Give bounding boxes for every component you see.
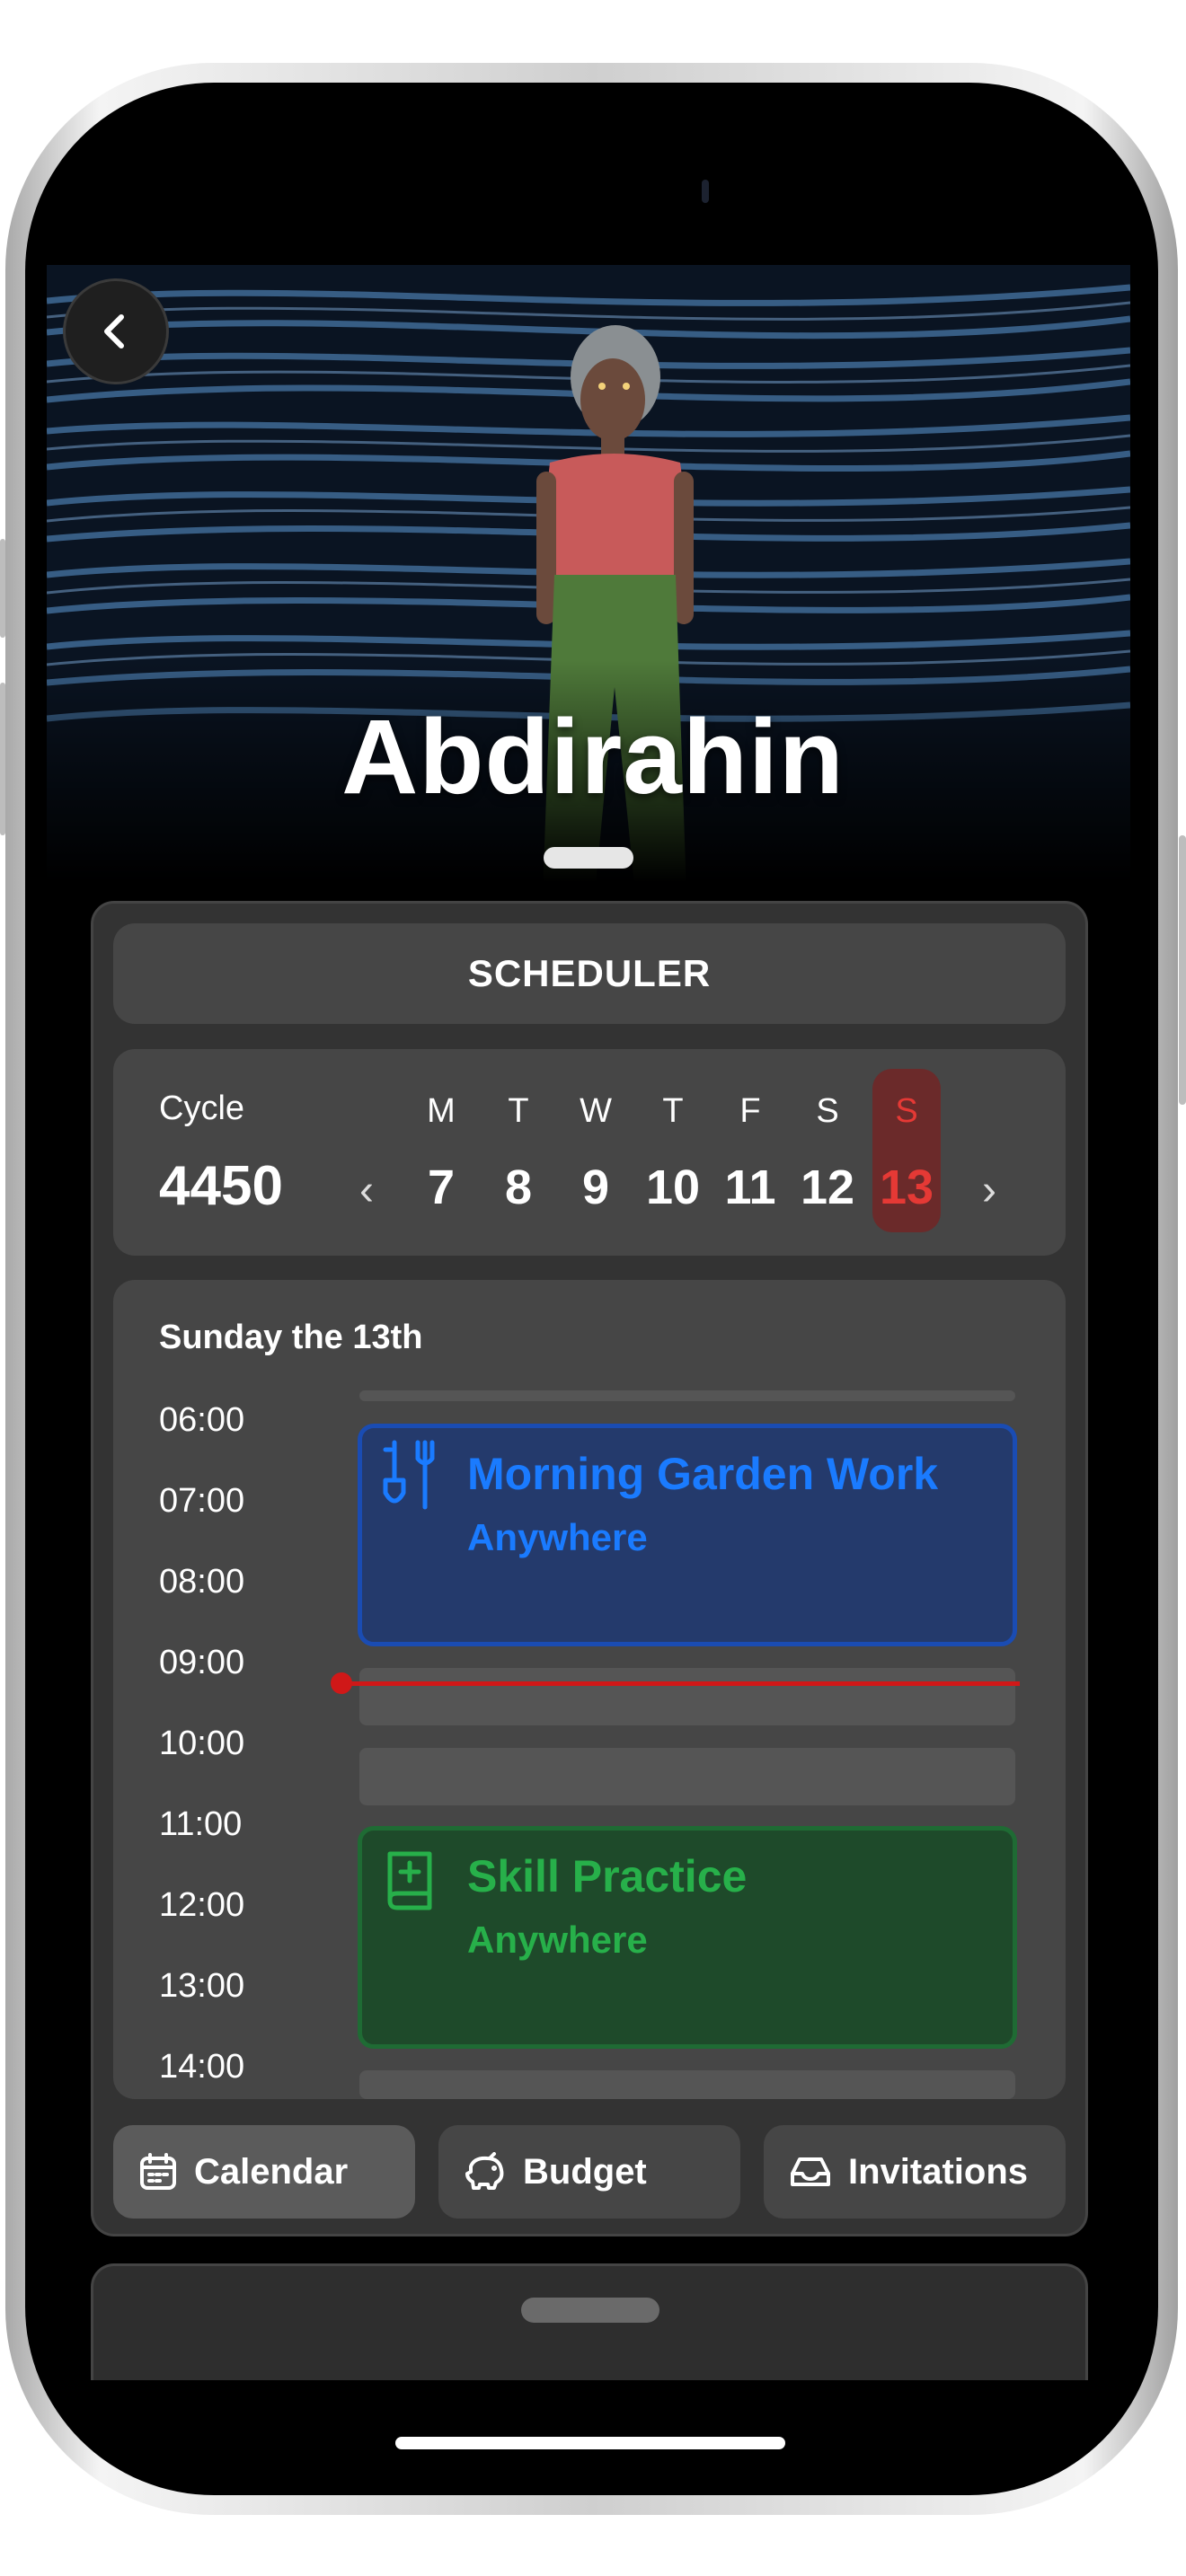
event-location: Anywhere xyxy=(467,1919,648,1961)
chevron-left-icon xyxy=(104,314,124,348)
time-slot[interactable] xyxy=(359,1668,1015,1725)
day-tuesday[interactable]: T 8 xyxy=(484,1069,553,1232)
piggy-bank-icon xyxy=(465,2152,504,2190)
back-button[interactable] xyxy=(63,278,169,384)
tab-invitations[interactable]: Invitations xyxy=(764,2125,1066,2219)
tab-calendar[interactable]: Calendar xyxy=(113,2125,415,2219)
current-time-dot xyxy=(331,1672,352,1694)
day-sunday-selected[interactable]: S 13 xyxy=(872,1069,941,1232)
day-letter: F xyxy=(739,1092,761,1130)
profile-name: Abdirahin xyxy=(341,698,845,816)
time-label: 09:00 xyxy=(159,1644,245,1681)
time-label: 07:00 xyxy=(159,1482,245,1520)
cycle-number: 4450 xyxy=(159,1155,283,1217)
current-time-line xyxy=(341,1681,1020,1686)
time-label: 11:00 xyxy=(159,1805,243,1843)
tab-label: Invitations xyxy=(848,2151,1029,2192)
day-wednesday[interactable]: W 9 xyxy=(562,1069,630,1232)
time-label: 13:00 xyxy=(159,1967,245,2005)
tab-label: Calendar xyxy=(194,2151,349,2192)
day-title: Sunday the 13th xyxy=(159,1319,423,1356)
day-number: 12 xyxy=(800,1160,855,1214)
home-indicator[interactable] xyxy=(395,2437,785,2449)
time-label: 14:00 xyxy=(159,2048,245,2086)
time-label: 08:00 xyxy=(159,1563,245,1601)
day-letter: T xyxy=(508,1092,529,1130)
day-letter: S xyxy=(816,1092,839,1130)
cycle-label: Cycle xyxy=(159,1090,245,1127)
event-title: Morning Garden Work xyxy=(467,1449,939,1499)
time-slot[interactable] xyxy=(359,2070,1015,2099)
day-letter: M xyxy=(427,1092,456,1130)
book-plus-icon xyxy=(387,1851,432,1910)
day-number: 10 xyxy=(645,1160,701,1214)
time-slot[interactable] xyxy=(359,1748,1015,1805)
time-label: 10:00 xyxy=(159,1725,245,1762)
calendar-icon xyxy=(140,2153,176,2190)
day-letter: W xyxy=(580,1092,612,1130)
tab-label: Budget xyxy=(523,2151,647,2192)
lower-sheet-grabber[interactable] xyxy=(521,2298,659,2323)
scheduler-title: SCHEDULER xyxy=(113,923,1066,1024)
screen: Abdirahin SCHEDULER Cycle 4450 ‹ › M 7 T… xyxy=(0,0,1186,2576)
next-week-button[interactable]: › xyxy=(982,1166,996,1215)
garden-tools-icon xyxy=(383,1440,435,1510)
day-letter: T xyxy=(662,1092,684,1130)
time-slot[interactable] xyxy=(359,1390,1015,1401)
sheet-grabber[interactable] xyxy=(544,847,633,869)
day-letter: S xyxy=(895,1092,918,1130)
inbox-icon xyxy=(791,2157,830,2186)
time-label: 06:00 xyxy=(159,1401,245,1439)
day-number: 8 xyxy=(504,1160,533,1214)
day-number: 11 xyxy=(724,1160,776,1214)
day-saturday[interactable]: S 12 xyxy=(793,1069,862,1232)
day-number: 13 xyxy=(879,1160,934,1214)
camera-dot xyxy=(702,180,709,203)
tab-budget[interactable]: Budget xyxy=(438,2125,740,2219)
event-title: Skill Practice xyxy=(467,1851,748,1901)
day-monday[interactable]: M 7 xyxy=(407,1069,475,1232)
day-number: 7 xyxy=(427,1160,456,1214)
day-number: 9 xyxy=(581,1160,610,1214)
event-location: Anywhere xyxy=(467,1516,648,1558)
day-thursday[interactable]: T 10 xyxy=(639,1069,707,1232)
day-friday[interactable]: F 11 xyxy=(716,1069,784,1232)
prev-week-button[interactable]: ‹ xyxy=(359,1166,374,1215)
time-label: 12:00 xyxy=(159,1886,245,1924)
